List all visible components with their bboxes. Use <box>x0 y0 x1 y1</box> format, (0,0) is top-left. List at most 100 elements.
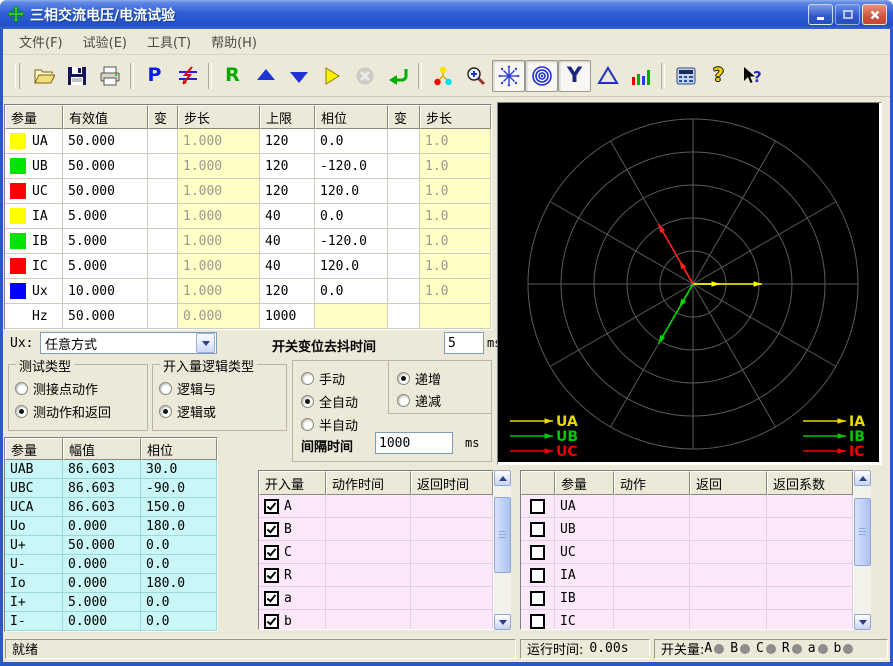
run-mode-option[interactable]: 手动 <box>301 369 345 388</box>
param-cell-step2[interactable]: 1.0 <box>420 179 491 204</box>
bar-chart-button[interactable] <box>624 60 657 92</box>
raise-button[interactable] <box>249 60 282 92</box>
param-cell-phase[interactable]: -120.0 <box>315 154 388 179</box>
param-cell-step1[interactable]: 1.000 <box>178 279 260 304</box>
param-cell-var2[interactable] <box>388 254 420 279</box>
param-cell-limit[interactable]: 120 <box>260 179 315 204</box>
column-header[interactable]: 开入量 <box>259 471 326 495</box>
chevron-down-icon[interactable] <box>196 333 215 353</box>
column-header[interactable]: 动作时间 <box>326 471 411 495</box>
direction-option[interactable]: 递减 <box>397 391 441 410</box>
param-cell-step2[interactable]: 1.0 <box>420 154 491 179</box>
result-table-scrollbar[interactable] <box>854 470 871 630</box>
param-cell-step2[interactable]: 1.0 <box>420 204 491 229</box>
close-button[interactable] <box>862 4 887 25</box>
column-header[interactable]: 相位 <box>141 438 217 460</box>
param-cell-rms[interactable]: 10.000 <box>63 279 148 304</box>
param-cell-phase[interactable] <box>315 304 388 329</box>
radio-selected[interactable] <box>159 405 172 418</box>
radio-unselected[interactable] <box>15 382 28 395</box>
column-header[interactable]: 参量 <box>5 438 63 460</box>
param-cell-step2[interactable]: 1.0 <box>420 129 491 154</box>
menu-item[interactable]: 帮助(H) <box>201 29 267 54</box>
print-button[interactable] <box>93 60 126 92</box>
scroll-up-button[interactable] <box>494 470 511 486</box>
context-help-button[interactable]: ? <box>735 60 768 92</box>
radio-unselected[interactable] <box>301 418 314 431</box>
run-mode-option[interactable]: 半自动 <box>301 415 358 434</box>
y-connect-button[interactable]: Y <box>558 60 591 92</box>
checkbox-checked[interactable] <box>264 568 279 583</box>
param-cell-step2[interactable]: 1.0 <box>420 229 491 254</box>
checkbox-checked[interactable] <box>264 545 279 560</box>
param-cell-step1[interactable]: 1.000 <box>178 154 260 179</box>
help-button[interactable]: ? <box>702 60 735 92</box>
param-cell-limit[interactable]: 120 <box>260 129 315 154</box>
column-header[interactable]: 参量 <box>5 105 63 129</box>
zoom-button[interactable] <box>459 60 492 92</box>
menu-item[interactable]: 文件(F) <box>9 29 73 54</box>
run-mode-option[interactable]: 全自动 <box>301 392 358 411</box>
param-cell-limit[interactable]: 40 <box>260 229 315 254</box>
column-header[interactable]: 变 <box>148 105 178 129</box>
param-cell-var2[interactable] <box>388 179 420 204</box>
column-header[interactable]: 有效值 <box>63 105 148 129</box>
menu-item[interactable]: 试验(E) <box>73 29 137 54</box>
checkbox-checked[interactable] <box>264 499 279 514</box>
param-cell-phase[interactable]: 0.0 <box>315 129 388 154</box>
lower-button[interactable] <box>282 60 315 92</box>
radio-unselected[interactable] <box>301 372 314 385</box>
param-cell-step1[interactable]: 1.000 <box>178 179 260 204</box>
param-cell-var1[interactable] <box>148 304 178 329</box>
phase-dots-button[interactable] <box>426 60 459 92</box>
param-cell-rms[interactable]: 50.000 <box>63 179 148 204</box>
param-cell-rms[interactable]: 50.000 <box>63 129 148 154</box>
param-cell-var2[interactable] <box>388 204 420 229</box>
checkbox-checked[interactable] <box>264 591 279 606</box>
param-cell-var2[interactable] <box>388 304 420 329</box>
param-cell-phase[interactable]: 0.0 <box>315 279 388 304</box>
param-cell-var1[interactable] <box>148 179 178 204</box>
param-cell-step1[interactable]: 1.000 <box>178 204 260 229</box>
column-header[interactable]: 上限 <box>260 105 315 129</box>
param-cell-step2[interactable] <box>420 304 491 329</box>
radio-unselected[interactable] <box>159 382 172 395</box>
calculator-button[interactable] <box>669 60 702 92</box>
column-header[interactable]: 动作 <box>614 471 690 495</box>
test-type-option[interactable]: 测接点动作 <box>15 379 98 398</box>
param-cell-var2[interactable] <box>388 154 420 179</box>
column-header[interactable]: 步长 <box>420 105 491 129</box>
param-cell-step1[interactable]: 1.000 <box>178 229 260 254</box>
debounce-input[interactable] <box>444 332 484 354</box>
scroll-thumb[interactable] <box>494 497 511 573</box>
checkbox-unchecked[interactable] <box>530 568 545 583</box>
param-cell-rms[interactable]: 5.000 <box>63 204 148 229</box>
param-cell-phase[interactable]: 120.0 <box>315 254 388 279</box>
menu-item[interactable]: 工具(T) <box>137 29 201 54</box>
param-cell-var1[interactable] <box>148 154 178 179</box>
param-cell-phase[interactable]: 0.0 <box>315 204 388 229</box>
scroll-down-button[interactable] <box>854 614 871 630</box>
test-type-option[interactable]: 测动作和返回 <box>15 402 111 421</box>
param-cell-step2[interactable]: 1.0 <box>420 279 491 304</box>
param-cell-var1[interactable] <box>148 254 178 279</box>
param-cell-phase[interactable]: 120.0 <box>315 179 388 204</box>
radio-selected[interactable] <box>15 405 28 418</box>
param-cell-limit[interactable]: 40 <box>260 204 315 229</box>
column-header[interactable]: 返回 <box>690 471 767 495</box>
param-cell-step1[interactable]: 0.000 <box>178 304 260 329</box>
param-cell-rms[interactable]: 50.000 <box>63 304 148 329</box>
param-cell-var2[interactable] <box>388 129 420 154</box>
param-cell-var2[interactable] <box>388 279 420 304</box>
delta-button[interactable] <box>591 60 624 92</box>
start-button[interactable] <box>315 60 348 92</box>
reset-button[interactable]: R <box>216 60 249 92</box>
direction-option[interactable]: 递增 <box>397 369 441 388</box>
radio-unselected[interactable] <box>397 394 410 407</box>
interval-input[interactable] <box>375 432 453 454</box>
minimize-button[interactable] <box>808 4 833 25</box>
param-cell-phase[interactable]: -120.0 <box>315 229 388 254</box>
param-cell-step1[interactable]: 1.000 <box>178 254 260 279</box>
column-header[interactable]: 相位 <box>315 105 388 129</box>
checkbox-unchecked[interactable] <box>530 614 545 629</box>
